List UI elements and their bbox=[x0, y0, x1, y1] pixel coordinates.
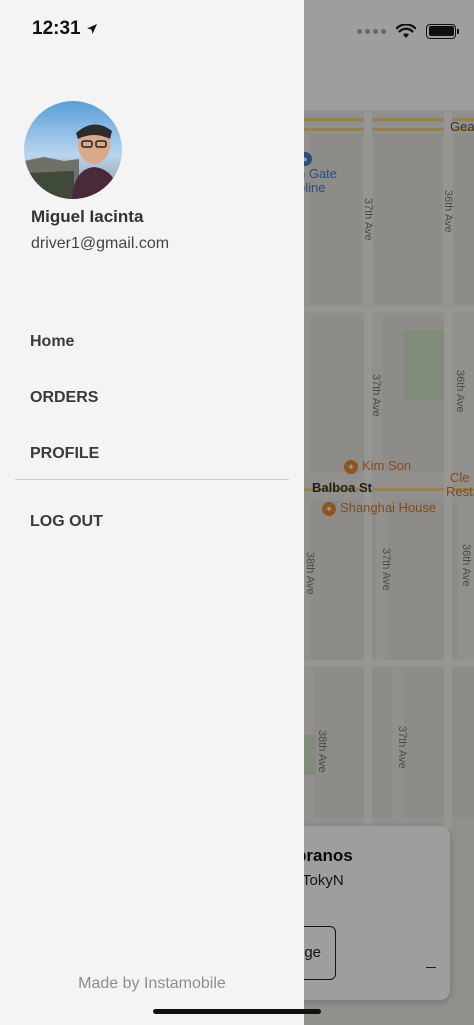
menu-item-logout[interactable]: LOG OUT bbox=[30, 513, 103, 531]
home-indicator[interactable] bbox=[153, 1009, 321, 1014]
menu-item-orders[interactable]: ORDERS bbox=[30, 389, 98, 407]
navigation-drawer: 12:31 Miguel Iacinta driver1@gmail.com H… bbox=[0, 0, 304, 1025]
signal-icon bbox=[357, 28, 386, 34]
avatar[interactable] bbox=[24, 101, 122, 199]
wifi-icon bbox=[396, 23, 416, 38]
menu-divider bbox=[15, 479, 289, 480]
menu-item-profile[interactable]: PROFILE bbox=[30, 445, 99, 463]
drawer-backdrop[interactable] bbox=[304, 0, 474, 1025]
user-photo bbox=[24, 101, 122, 199]
status-bar-icons bbox=[357, 20, 459, 42]
user-email: driver1@gmail.com bbox=[31, 235, 170, 252]
user-name: Miguel Iacinta bbox=[31, 207, 144, 226]
menu-item-home[interactable]: Home bbox=[30, 333, 74, 351]
battery-icon bbox=[426, 23, 459, 39]
footer-credit: Made by Instamobile bbox=[78, 975, 226, 992]
clock-time: 12:31 bbox=[32, 18, 81, 39]
status-bar-time: 12:31 bbox=[32, 18, 98, 40]
location-arrow-icon bbox=[86, 24, 97, 34]
